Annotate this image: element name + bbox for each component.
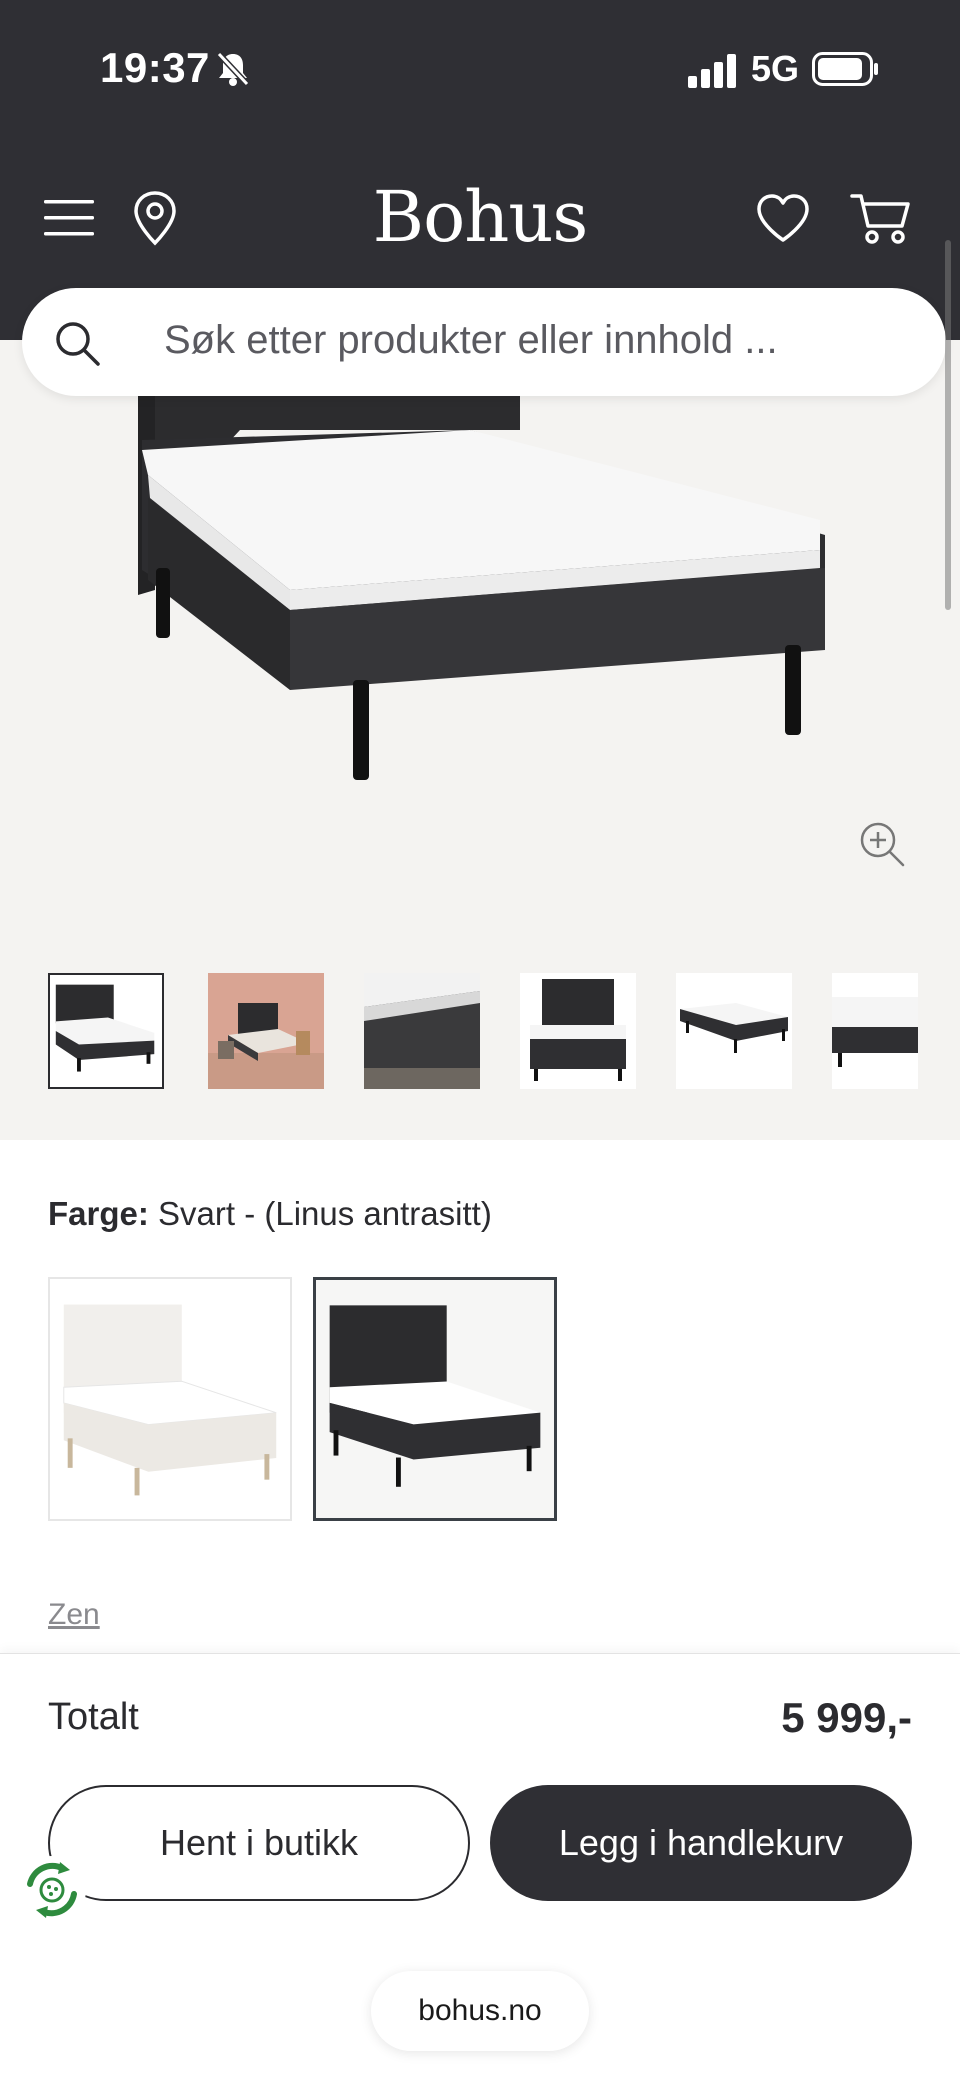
thumbnail-1[interactable] (48, 973, 164, 1089)
pickup-in-store-button[interactable]: Hent i butikk (48, 1785, 470, 1901)
bohus-logo[interactable]: Bohus (0, 176, 960, 258)
search-icon[interactable] (52, 318, 102, 368)
thumbnail-2[interactable] (208, 973, 324, 1089)
series-link[interactable]: Zen (48, 1598, 100, 1632)
thumbnail-5[interactable] (676, 973, 792, 1089)
thumbnail-6[interactable] (832, 973, 918, 1089)
heart-icon[interactable] (755, 192, 811, 244)
site-header: Bohus (0, 170, 960, 270)
thumbnail-4[interactable] (520, 973, 636, 1089)
checkout-panel: Totalt 5 999,- Hent i butikk Legg i hand… (0, 1653, 960, 2081)
product-main-image[interactable] (120, 390, 840, 810)
zoom-in-icon[interactable] (858, 820, 906, 868)
add-to-cart-button[interactable]: Legg i handlekurv (490, 1785, 912, 1901)
thumbnail-3[interactable] (364, 973, 480, 1089)
thumbnail-strip (48, 973, 918, 1091)
total-price: 5 999,- (781, 1694, 912, 1741)
status-bar: 19:37 5G (0, 0, 960, 140)
color-label: Farge: (48, 1195, 149, 1232)
bell-slash-icon (216, 51, 250, 87)
search-input[interactable]: Søk etter produkter eller innhold ... (164, 318, 778, 363)
white-bed-swatch[interactable] (48, 1277, 292, 1521)
black-bed-swatch[interactable] (313, 1277, 557, 1521)
network-type: 5G (751, 48, 800, 89)
cart-icon[interactable] (850, 190, 912, 246)
search-bar[interactable]: Søk etter produkter eller innhold ... (22, 288, 946, 396)
eco-recycle-icon[interactable] (16, 1854, 88, 1926)
browser-url-pill[interactable]: bohus.no (371, 1971, 589, 2051)
battery-icon (812, 52, 878, 86)
total-label: Totalt (48, 1696, 139, 1738)
color-value: Svart - (Linus antrasitt) (158, 1195, 492, 1232)
color-selection-label: Farge: Svart - (Linus antrasitt) (48, 1195, 492, 1233)
product-image-gallery (0, 340, 960, 1140)
scrollbar[interactable] (945, 240, 951, 610)
signal-icon (688, 54, 736, 88)
status-time: 19:37 (100, 44, 210, 91)
